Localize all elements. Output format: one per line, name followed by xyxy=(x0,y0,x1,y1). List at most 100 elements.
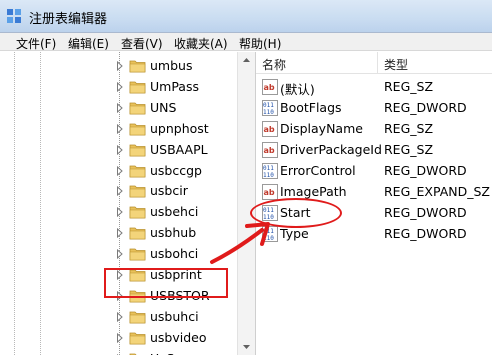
value-row[interactable]: ab DisplayName REG_SZ xyxy=(256,119,492,140)
svg-text:ab: ab xyxy=(264,125,275,134)
start-annotation-ellipse xyxy=(250,198,342,228)
folder-icon xyxy=(129,248,146,261)
value-row[interactable]: 011 110 ErrorControl REG_DWORD xyxy=(256,161,492,182)
value-type: REG_SZ xyxy=(384,121,434,136)
value-row[interactable]: ab DriverPackageId REG_SZ xyxy=(256,140,492,161)
menu-file[interactable]: 文件(F) xyxy=(16,35,56,52)
tree-item-label: usbhub xyxy=(150,225,197,241)
tree-item-label: usbuhci xyxy=(150,308,199,324)
value-row[interactable]: 011 110 BootFlags REG_DWORD xyxy=(256,98,492,119)
folder-icon xyxy=(129,311,146,324)
value-name: (默认) xyxy=(280,82,315,97)
folder-icon xyxy=(129,144,146,156)
value-type: REG_DWORD xyxy=(384,205,467,220)
scroll-up-icon[interactable] xyxy=(238,52,255,68)
window-title: 注册表编辑器 xyxy=(29,12,108,27)
tree-item[interactable]: usbuhci xyxy=(116,307,236,328)
tree-item-label: UxSms xyxy=(150,351,193,355)
tree-item[interactable]: USBAAPL xyxy=(116,140,236,161)
value-name: DisplayName xyxy=(280,121,363,136)
tree-item[interactable]: UxSms xyxy=(116,349,236,355)
expand-arrow-icon[interactable] xyxy=(116,311,124,322)
tree-item[interactable]: usbccgp xyxy=(116,161,236,182)
tree-item[interactable]: usbvideo xyxy=(116,328,236,349)
folder-icon xyxy=(129,81,146,94)
expand-arrow-icon[interactable] xyxy=(116,332,124,343)
tree-item-label: usbccgp xyxy=(150,162,202,178)
tree-scrollbar[interactable] xyxy=(237,52,255,355)
tree-item-label: upnphost xyxy=(150,120,209,136)
menu-favorites[interactable]: 收藏夹(A) xyxy=(174,35,228,52)
dword-value-icon: 011110 xyxy=(262,100,278,116)
expand-arrow-icon[interactable] xyxy=(116,249,124,260)
folder-icon xyxy=(129,353,146,355)
tree-item-label: usbvideo xyxy=(150,329,207,345)
value-type: REG_DWORD xyxy=(384,163,467,178)
value-name: ImagePath xyxy=(280,184,347,199)
value-name: DriverPackageId xyxy=(280,142,382,157)
string-value-icon: ab xyxy=(262,142,278,158)
scroll-down-icon[interactable] xyxy=(238,339,255,355)
expand-arrow-icon[interactable] xyxy=(116,123,124,134)
tree-item[interactable]: usbcir xyxy=(116,181,236,202)
expand-arrow-icon[interactable] xyxy=(116,144,124,155)
dword-value-icon: 011110 xyxy=(262,163,278,179)
expand-arrow-icon[interactable] xyxy=(116,207,124,218)
expand-arrow-icon[interactable] xyxy=(116,102,124,113)
string-value-icon: ab xyxy=(262,121,278,137)
folder-icon xyxy=(129,206,146,219)
dword-value-icon: 011110 xyxy=(262,226,278,242)
value-row[interactable]: ab (默认) REG_SZ xyxy=(256,77,492,98)
value-type: REG_SZ xyxy=(384,142,434,157)
tree-item-label: usbcir xyxy=(150,183,188,199)
menu-view[interactable]: 查看(V) xyxy=(121,35,163,52)
value-type: REG_DWORD xyxy=(384,100,467,115)
svg-text:110: 110 xyxy=(263,235,274,242)
svg-text:011: 011 xyxy=(263,165,274,172)
menu-help[interactable]: 帮助(H) xyxy=(239,35,281,52)
column-header-type[interactable]: 类型 xyxy=(378,52,492,74)
value-name: BootFlags xyxy=(280,100,342,115)
svg-text:ab: ab xyxy=(264,83,275,92)
svg-text:011: 011 xyxy=(263,228,274,235)
tree-item[interactable]: UmPass xyxy=(116,77,236,98)
tree-item[interactable]: usbehci xyxy=(116,202,236,223)
menu-bar: 文件(F) 编辑(E) 查看(V) 收藏夹(A) 帮助(H) xyxy=(0,33,492,51)
folder-icon xyxy=(129,165,146,177)
tree-item-label: usbehci xyxy=(150,204,199,220)
expand-arrow-icon[interactable] xyxy=(116,186,124,197)
tree-item-label: USBAAPL xyxy=(150,141,208,157)
svg-text:110: 110 xyxy=(263,172,274,179)
tree-item[interactable]: umbus xyxy=(116,56,236,77)
column-header-name[interactable]: 名称 xyxy=(256,52,377,74)
value-name: Type xyxy=(280,226,309,241)
tree-item-label: UNS xyxy=(150,99,177,115)
folder-icon xyxy=(129,332,146,345)
title-bar: 注册表编辑器 xyxy=(0,0,492,33)
column-header-type-label: 类型 xyxy=(384,58,409,72)
expand-arrow-icon[interactable] xyxy=(116,81,124,92)
svg-text:110: 110 xyxy=(263,109,274,116)
value-type: REG_SZ xyxy=(384,79,434,94)
tree-guide-line xyxy=(14,52,15,355)
expand-arrow-icon[interactable] xyxy=(116,165,124,176)
tree-item[interactable]: usbohci xyxy=(116,244,236,265)
column-header-name-label: 名称 xyxy=(262,58,287,72)
tree-item-label: umbus xyxy=(150,58,193,73)
tree-item[interactable]: usbhub xyxy=(116,223,236,244)
tree-item[interactable]: upnphost xyxy=(116,119,236,140)
menu-edit[interactable]: 编辑(E) xyxy=(68,35,109,52)
string-value-icon: ab xyxy=(262,184,278,200)
expand-arrow-icon[interactable] xyxy=(116,228,124,239)
value-type: REG_DWORD xyxy=(384,226,467,241)
folder-icon xyxy=(129,227,146,240)
folder-icon xyxy=(129,185,146,198)
value-name: ErrorControl xyxy=(280,163,356,178)
folder-icon xyxy=(129,60,146,73)
folder-icon xyxy=(129,102,146,115)
folder-icon xyxy=(129,123,146,136)
tree-item[interactable]: UNS xyxy=(116,98,236,119)
tree-item-label: usbohci xyxy=(150,246,199,262)
expand-arrow-icon[interactable] xyxy=(116,61,124,71)
string-value-icon: ab xyxy=(262,79,278,95)
